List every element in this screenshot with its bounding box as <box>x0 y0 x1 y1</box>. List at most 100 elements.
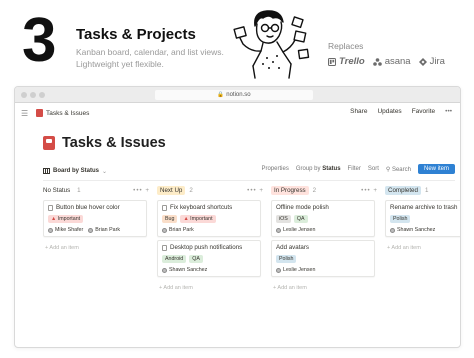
sort-button[interactable]: Sort <box>368 166 379 172</box>
feature-title: Tasks & Projects <box>76 26 196 43</box>
person: Leslie Jensen <box>276 267 315 273</box>
card-title: Desktop push notifications <box>162 244 256 251</box>
view-actions: Properties Group by Status Filter Sort ⚲… <box>261 164 455 174</box>
tag: QA <box>293 215 308 223</box>
properties-button[interactable]: Properties <box>261 166 288 172</box>
group-by-value: Status <box>322 166 341 172</box>
person-name: Shawn Sanchez <box>397 227 436 233</box>
card-tags: Polish <box>390 215 460 223</box>
task-card[interactable]: Offline mode polish iOS QA Leslie Jensen <box>271 200 375 237</box>
task-card[interactable]: Desktop push notifications Android QA Sh… <box>157 240 261 277</box>
toolbar-divider <box>43 180 455 181</box>
brand-jira: Jira <box>418 56 445 67</box>
brand-asana: asana <box>372 56 411 67</box>
chevron-down-icon: ⌄ <box>102 168 108 175</box>
breadcrumb[interactable]: Tasks & Issues <box>46 110 89 117</box>
brand-asana-label: asana <box>384 56 411 67</box>
card-title-text: Rename archive to trash <box>390 204 458 211</box>
card-tags: Polish <box>276 255 370 263</box>
person: Mike Shafer <box>48 227 83 233</box>
page-title: Tasks & Issues <box>43 135 166 151</box>
column-count: 2 <box>312 187 317 194</box>
tag: QA <box>189 255 203 263</box>
status-pill: Next Up <box>157 186 186 195</box>
document-icon <box>162 244 167 251</box>
status-pill: In Progress <box>271 186 309 195</box>
minimize-window-button[interactable] <box>30 92 36 98</box>
new-item-button[interactable]: New item <box>417 164 455 174</box>
filter-button[interactable]: Filter <box>348 166 361 172</box>
person: Leslie Jensen <box>276 227 315 233</box>
asana-icon <box>372 57 382 66</box>
favorite-button[interactable]: Favorite <box>412 108 435 115</box>
page-emoji-icon <box>36 109 43 117</box>
fire-icon: ▲ <box>51 216 57 222</box>
board-view-icon <box>43 168 50 174</box>
column-tools[interactable]: ••• + <box>247 187 264 194</box>
view-selector[interactable]: Board by Status ⌄ <box>43 168 107 175</box>
search-label: Search <box>391 166 411 173</box>
task-card[interactable]: Fix keyboard shortcuts Bug ▲ Important B… <box>157 200 261 237</box>
person: Brian Park <box>88 227 120 233</box>
person: Brian Park <box>162 227 194 233</box>
page-title-text[interactable]: Tasks & Issues <box>62 135 166 151</box>
card-people: Shawn Sanchez <box>390 227 460 233</box>
card-people: Mike Shafer Brian Park <box>48 227 142 233</box>
tag: Bug <box>162 215 178 223</box>
replaced-brands: Trello asana Jira <box>328 56 445 67</box>
share-button[interactable]: Share <box>350 108 367 115</box>
page-emoji-icon-large[interactable] <box>43 136 55 150</box>
view-name: Board by Status <box>53 168 100 174</box>
card-people: Shawn Sanchez <box>162 267 256 273</box>
status-pill: No Status <box>43 187 71 194</box>
card-title-text: Button blue hover color <box>56 204 120 211</box>
updates-button[interactable]: Updates <box>377 108 401 115</box>
feature-subtitle: Kanban board, calendar, and list views. … <box>76 47 224 69</box>
column-header-no-status[interactable]: No Status 1 ••• + <box>43 185 150 196</box>
task-card[interactable]: Button blue hover color ▲ Important Mike… <box>43 200 147 237</box>
more-options-button[interactable]: ••• <box>445 108 452 115</box>
card-title: Button blue hover color <box>48 204 142 211</box>
person-illustration <box>233 10 310 79</box>
tag: iOS <box>276 215 291 223</box>
task-card[interactable]: Add avatars Polish Leslie Jensen <box>271 240 375 277</box>
column-header-next-up[interactable]: Next Up 2 ••• + <box>157 185 264 196</box>
search-button[interactable]: ⚲ Search <box>386 166 411 173</box>
column-tools[interactable]: ••• + <box>361 187 378 194</box>
card-tags: Android QA <box>162 255 256 263</box>
person-name: Brian Park <box>95 227 120 233</box>
avatar <box>162 267 167 273</box>
tag: Polish <box>276 255 297 263</box>
close-window-button[interactable] <box>21 92 27 98</box>
card-title: Add avatars <box>276 244 370 251</box>
person-name: Shawn Sanchez <box>169 267 208 273</box>
add-item-button[interactable]: + Add an item <box>45 245 79 251</box>
document-icon <box>162 204 167 211</box>
brand-jira-label: Jira <box>429 56 445 67</box>
add-item-button[interactable]: + Add an item <box>159 285 193 291</box>
column-header-in-progress[interactable]: In Progress 2 ••• + <box>271 185 378 196</box>
group-by-button[interactable]: Group by Status <box>296 166 341 172</box>
person-name: Leslie Jensen <box>283 267 316 273</box>
tag: ▲ Important <box>180 215 216 223</box>
app-topbar: ☰ Tasks & Issues Share Updates Favorite … <box>15 103 460 123</box>
fire-icon: ▲ <box>183 216 189 222</box>
brand-trello: Trello <box>328 56 365 67</box>
avatar <box>276 267 281 273</box>
add-item-button[interactable]: + Add an item <box>273 285 307 291</box>
avatar <box>276 227 281 233</box>
add-item-button[interactable]: + Add an item <box>387 245 421 251</box>
task-card[interactable]: Rename archive to trash Polish Shawn San… <box>385 200 460 237</box>
column-tools[interactable]: ••• + <box>133 187 150 194</box>
person: Shawn Sanchez <box>390 227 435 233</box>
menu-icon[interactable]: ☰ <box>21 109 31 118</box>
group-by-prefix: Group by <box>295 166 321 172</box>
address-bar[interactable]: 🔒 notion.so <box>155 90 313 100</box>
avatar <box>162 227 167 233</box>
column-header-completed[interactable]: Completed 1 <box>385 185 460 196</box>
maximize-window-button[interactable] <box>39 92 45 98</box>
replaces-label: Replaces <box>328 41 364 51</box>
search-icon: ⚲ <box>385 166 391 173</box>
card-tags: Bug ▲ Important <box>162 215 256 223</box>
card-people: Leslie Jensen <box>276 227 370 233</box>
